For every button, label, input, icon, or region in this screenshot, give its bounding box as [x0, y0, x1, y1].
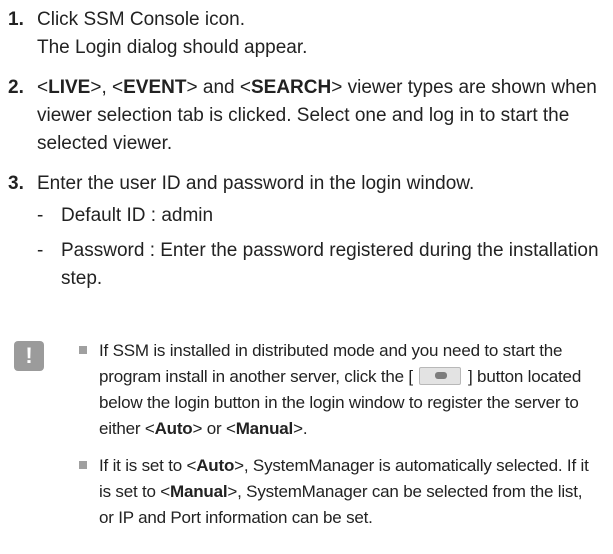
step-number: 1. — [8, 9, 24, 30]
dash-marker: - — [37, 205, 44, 226]
manual-option-label: Manual — [235, 419, 294, 438]
search-viewer-label: SEARCH — [250, 77, 332, 98]
step-3-text: Enter the user ID and password in the lo… — [37, 173, 475, 194]
step-1: 1. Click SSM Console icon. The Login dia… — [8, 6, 606, 62]
square-bullet-icon — [79, 346, 87, 354]
event-viewer-label: EVENT — [123, 77, 187, 98]
note-bullets: If SSM is installed in distributed mode … — [77, 338, 597, 531]
note-bullet-distributed-mode: If SSM is installed in distributed mode … — [77, 338, 597, 442]
dash-marker: - — [37, 240, 44, 261]
live-viewer-label: LIVE — [48, 77, 91, 98]
manual-option-label: Manual — [170, 482, 228, 501]
step-1-text: Click SSM Console icon. — [37, 9, 246, 30]
square-bullet-icon — [79, 461, 87, 469]
sub-item-password: - Password : Enter the password register… — [37, 237, 606, 293]
auto-option-label: Auto — [154, 419, 193, 438]
step-number: 3. — [8, 173, 24, 194]
step-1-result: The Login dialog should appear. — [37, 37, 308, 58]
server-settings-icon — [419, 367, 462, 385]
exclamation-icon: ! — [14, 341, 44, 371]
sub-item-default-id: - Default ID : admin — [37, 202, 606, 230]
note-bullet-auto-manual: If it is set to <Auto>, SystemManager is… — [77, 453, 597, 531]
step-list: 1. Click SSM Console icon. The Login dia… — [8, 6, 606, 293]
auto-option-label: Auto — [196, 456, 235, 475]
step-number: 2. — [8, 77, 24, 98]
step-2: 2. <LIVE>, <EVENT> and <SEARCH> viewer t… — [8, 74, 606, 158]
step-3: 3. Enter the user ID and password in the… — [8, 170, 606, 293]
